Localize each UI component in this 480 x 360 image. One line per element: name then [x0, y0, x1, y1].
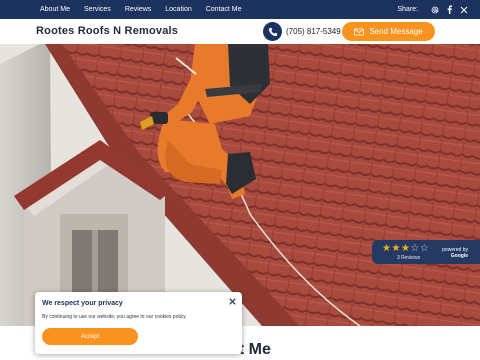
review-stars: ★★★☆☆	[382, 243, 429, 254]
nav-link-about[interactable]: About Me	[40, 6, 70, 13]
top-navigation-bar: About Me Services Reviews Location Conta…	[0, 0, 480, 19]
phone-icon	[268, 27, 277, 36]
envelope-icon	[354, 28, 365, 35]
star-filled-icon: ★	[400, 243, 411, 254]
close-icon[interactable]	[227, 296, 237, 306]
star-empty-icon: ☆	[410, 243, 420, 254]
at-icon[interactable]	[431, 6, 439, 14]
share-bar: Share:	[397, 0, 468, 19]
share-label: Share:	[397, 6, 418, 13]
review-count: 3 Reviews	[397, 255, 421, 261]
consent-title: We respect your privacy	[42, 300, 123, 307]
google-reviews-widget[interactable]: ★★★☆☆ 3 Reviews powered by Google	[372, 240, 480, 264]
facebook-icon[interactable]	[446, 5, 453, 14]
star-filled-icon: ★	[391, 243, 401, 254]
x-icon[interactable]	[460, 6, 468, 14]
brand-name[interactable]: Rootes Roofs N Removals	[36, 25, 178, 37]
powered-by-google: powered by Google	[442, 247, 468, 259]
privacy-consent-dialog: We respect your privacy By continuing to…	[35, 292, 242, 354]
google-label: Google	[450, 253, 468, 259]
nav-link-contact[interactable]: Contact Me	[206, 6, 242, 13]
accept-button[interactable]: Accept	[42, 328, 138, 345]
nav-links: About Me Services Reviews Location Conta…	[40, 0, 256, 19]
nav-link-reviews[interactable]: Reviews	[125, 6, 151, 13]
send-message-label: Send Message	[369, 27, 423, 36]
consent-message: By continuing to use our website, you ag…	[42, 314, 187, 320]
hero-image	[0, 44, 480, 326]
nav-link-services[interactable]: Services	[84, 6, 111, 13]
phone-number[interactable]: (705) 817-5349	[286, 27, 341, 36]
star-empty-icon: ☆	[419, 243, 430, 254]
roofer-on-roof-illustration	[0, 44, 480, 326]
phone-button[interactable]	[263, 22, 282, 41]
nav-link-location[interactable]: Location	[165, 6, 191, 13]
send-message-button[interactable]: Send Message	[342, 22, 435, 41]
